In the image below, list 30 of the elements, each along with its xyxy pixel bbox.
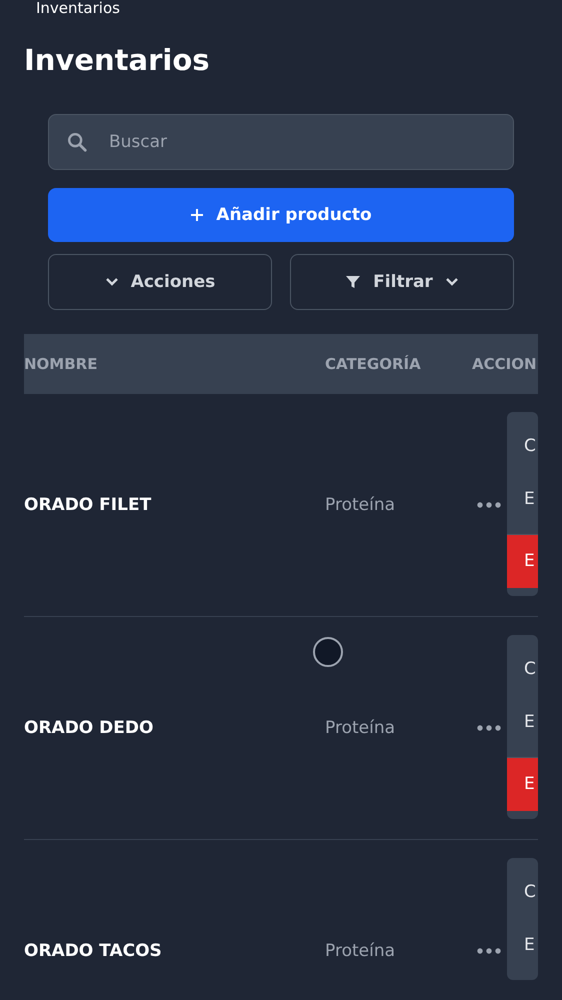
menu-item[interactable]: E: [507, 473, 538, 526]
app-title: Inventarios: [36, 0, 120, 16]
search-icon: [66, 131, 88, 153]
search-field[interactable]: Buscar: [48, 114, 514, 170]
chevron-down-icon: [104, 277, 119, 287]
category-cell-text: Proteína: [325, 718, 396, 738]
actions-button[interactable]: Acciones: [48, 254, 272, 310]
menu-item[interactable]: C: [507, 420, 538, 473]
more-icon[interactable]: [477, 948, 501, 954]
column-header: NOMBRE: [24, 355, 98, 373]
product-name: ORADO DEDO: [24, 718, 154, 738]
page-title: Inventarios: [24, 42, 211, 79]
filter-button[interactable]: Filtrar: [290, 254, 514, 310]
category-cell-text: Proteína: [325, 495, 396, 515]
more-icon[interactable]: [477, 725, 501, 731]
touch-indicator-icon: [313, 637, 343, 667]
menu-item[interactable]: C: [507, 643, 538, 696]
menu-item[interactable]: E: [507, 696, 538, 749]
plus-icon: [190, 208, 204, 222]
column-header: ACCION: [472, 355, 538, 373]
add-product-button[interactable]: Añadir producto: [48, 188, 514, 242]
chevron-down-icon: [444, 277, 459, 287]
more-icon[interactable]: [477, 502, 501, 508]
column-header: CATEGORÍA: [325, 355, 422, 373]
category-cell-text: Proteína: [325, 941, 396, 961]
product-name: ORADO FILET: [24, 495, 152, 515]
menu-item[interactable]: E: [507, 919, 538, 972]
menu-item[interactable]: C: [507, 866, 538, 919]
funnel-icon: [345, 274, 362, 290]
product-name: ORADO TACOS: [24, 941, 163, 961]
